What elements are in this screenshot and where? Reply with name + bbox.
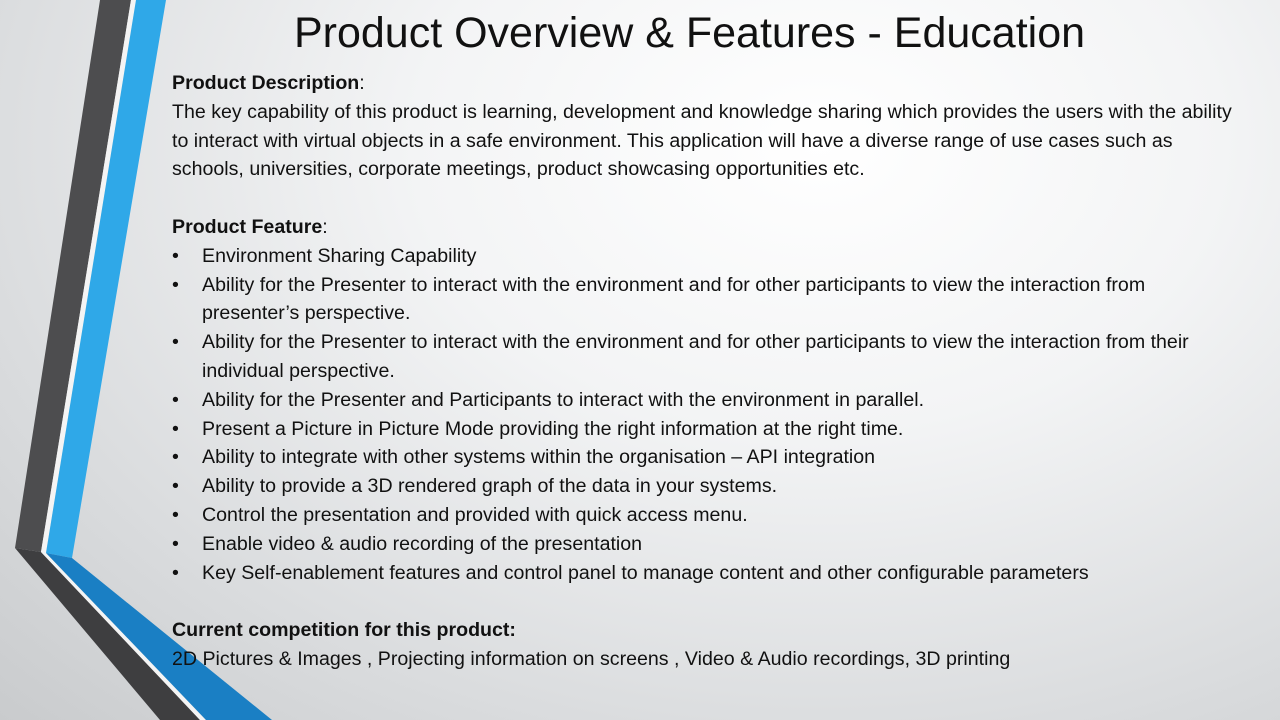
slide-content: Product Description: The key capability … bbox=[172, 69, 1247, 674]
competition-text: 2D Pictures & Images , Projecting inform… bbox=[172, 647, 1011, 670]
feature-text: Key Self-enablement features and control… bbox=[202, 561, 1089, 584]
feature-text: Enable video & audio recording of the pr… bbox=[202, 532, 643, 555]
dark-stripe-upper bbox=[15, 0, 131, 552]
feature-text: Ability to provide a 3D rendered graph o… bbox=[202, 475, 778, 498]
features-heading-colon: : bbox=[322, 215, 328, 238]
feature-text: Ability to integrate with other systems … bbox=[202, 446, 876, 469]
bullet-icon: • bbox=[172, 561, 179, 584]
blue-stripe-upper bbox=[46, 0, 166, 558]
list-item: • Environment Sharing Capability bbox=[172, 242, 1247, 271]
bullet-icon: • bbox=[172, 475, 179, 498]
list-item: • Ability for the Presenter to interact w… bbox=[172, 328, 1247, 386]
feature-text: Control the presentation and provided wi… bbox=[202, 503, 748, 526]
description-text: The key capability of this product is le… bbox=[172, 100, 1232, 181]
feature-text: Ability for the Presenter to interact wi… bbox=[202, 273, 1146, 325]
list-item: • Present a Picture in Picture Mode provi… bbox=[172, 415, 1247, 444]
bullet-icon: • bbox=[172, 532, 179, 555]
description-heading-colon: : bbox=[359, 72, 365, 94]
list-item: • Key Self-enablement features and contro… bbox=[172, 559, 1247, 588]
slide-title: Product Overview & Features - Education bbox=[293, 9, 1086, 57]
features-heading-line: Product Feature: bbox=[172, 213, 1247, 242]
bullet-icon: • bbox=[172, 244, 179, 267]
feature-list: • Environment Sharing Capability • Ability… bbox=[172, 242, 1247, 588]
feature-text: Present a Picture in Picture Mode provid… bbox=[202, 417, 904, 440]
bullet-icon: • bbox=[172, 388, 179, 411]
bullet-icon: • bbox=[172, 503, 179, 526]
list-item: • Ability to provide a 3D rendered graph … bbox=[172, 472, 1247, 501]
white-stripe-upper bbox=[41, 0, 136, 553]
description-heading-line: Product Description: bbox=[172, 69, 1247, 98]
features-heading: Product Feature bbox=[172, 215, 323, 238]
competition-heading: Current competition for this product: bbox=[172, 619, 516, 642]
description-heading: Product Description bbox=[172, 72, 360, 94]
bullet-icon: • bbox=[172, 446, 179, 469]
feature-text: Ability for the Presenter and Participan… bbox=[202, 388, 925, 411]
list-item: • Enable video & audio recording of the p… bbox=[172, 530, 1247, 559]
list-item: • Ability for the Presenter to interact w… bbox=[172, 271, 1247, 329]
feature-text: Environment Sharing Capability bbox=[202, 244, 477, 267]
list-item: • Ability to integrate with other systems… bbox=[172, 443, 1247, 472]
bullet-icon: • bbox=[172, 331, 179, 354]
list-item: • Control the presentation and provided w… bbox=[172, 501, 1247, 530]
list-item: • Ability for the Presenter and Participa… bbox=[172, 386, 1247, 415]
feature-text: Ability for the Presenter to interact wi… bbox=[202, 331, 1189, 382]
bullet-icon: • bbox=[172, 417, 179, 440]
bullet-icon: • bbox=[172, 273, 179, 296]
